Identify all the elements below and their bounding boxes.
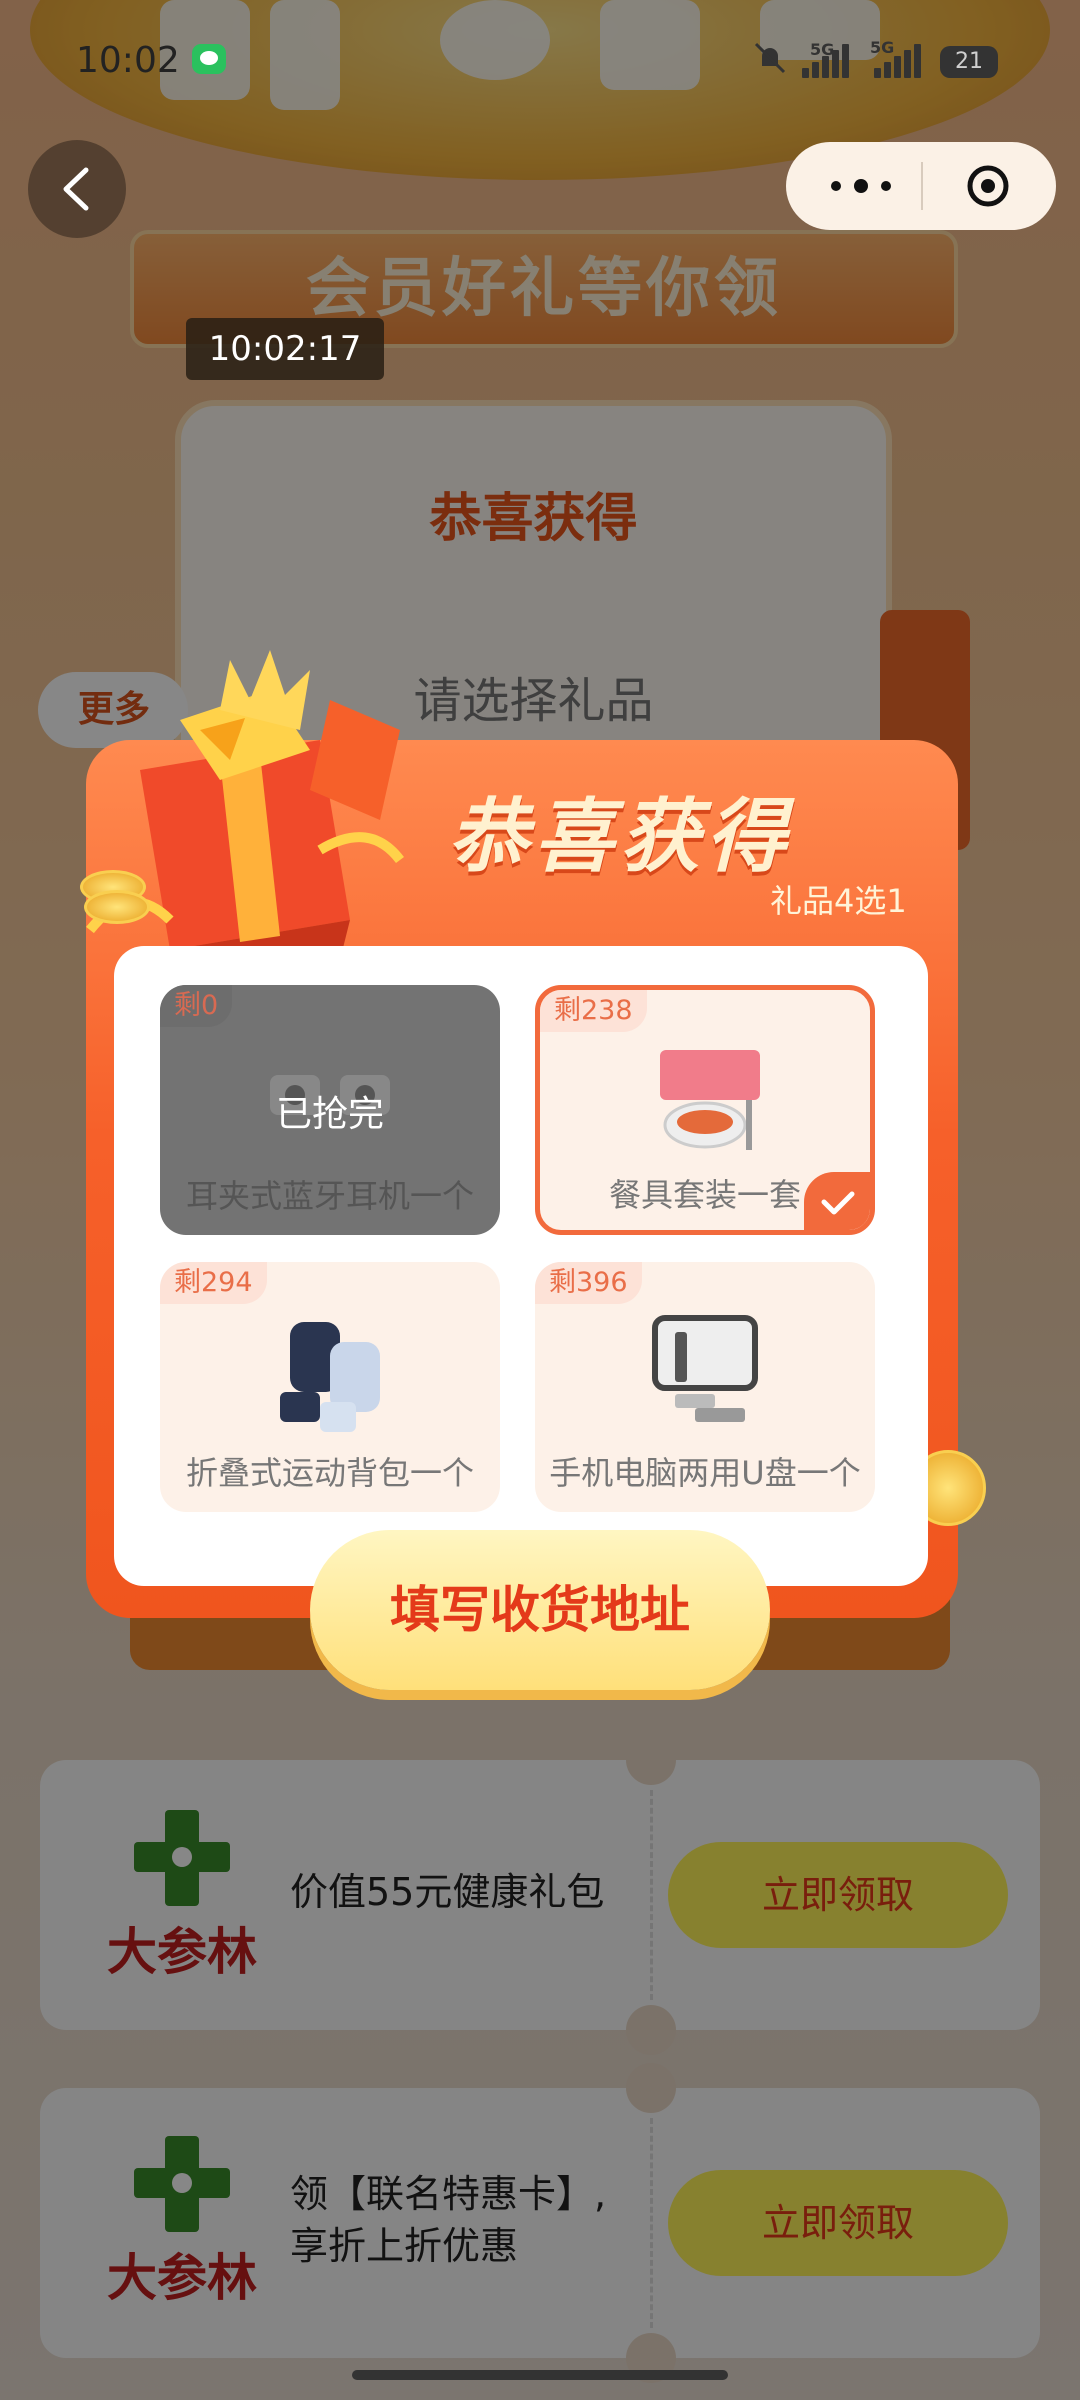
close-target-icon[interactable] (966, 164, 1010, 208)
remain-badge: 剩396 (535, 1262, 642, 1304)
battery-icon: 21 (940, 46, 998, 78)
remain-badge: 剩238 (540, 990, 647, 1032)
gift-option-tableware[interactable]: 剩238 餐具套装一套 (535, 985, 875, 1235)
status-icons: 5G 5G 21 (750, 38, 1010, 80)
gift-option-usb-drive[interactable]: 剩396 手机电脑两用U盘一个 (535, 1262, 875, 1512)
selected-check-icon (804, 1172, 870, 1230)
remain-badge: 剩0 (160, 985, 233, 1027)
remain-badge: 剩294 (160, 1262, 267, 1304)
signal-1-icon: 5G (802, 40, 858, 78)
gift-name: 折叠式运动背包一个 (185, 1454, 474, 1492)
mini-program-capsule (786, 142, 1056, 230)
gift-box-illustration (70, 600, 410, 980)
home-indicator[interactable] (352, 2370, 728, 2380)
usb-drive-image (652, 1315, 758, 1422)
wechat-notification-icon (192, 44, 226, 74)
modal-subtitle: 礼品4选1 (770, 882, 907, 920)
mute-bell-icon (754, 42, 786, 74)
timestamp-overlay: 10:02:17 (186, 318, 384, 380)
status-time: 10:02 (76, 40, 180, 81)
signal-2-icon: 5G (870, 38, 926, 78)
gift-option-backpack[interactable]: 剩294 折叠式运动背包一个 (160, 1262, 500, 1512)
tableware-image (660, 1050, 760, 1150)
chevron-left-icon (63, 167, 89, 211)
sold-out-label: 已抢完 (275, 1094, 384, 1135)
capsule-separator (921, 162, 923, 210)
modal-title: 恭喜获得 (448, 790, 792, 883)
fill-address-button[interactable]: 填写收货地址 (310, 1530, 770, 1690)
backpack-image (280, 1322, 380, 1432)
more-dots-icon[interactable] (826, 176, 896, 196)
gift-name: 手机电脑两用U盘一个 (549, 1454, 861, 1492)
back-button[interactable] (28, 140, 126, 238)
gift-name: 耳夹式蓝牙耳机一个 (185, 1177, 474, 1215)
gift-option-earphones[interactable]: 剩0 已抢完 耳夹式蓝牙耳机一个 (160, 985, 500, 1235)
